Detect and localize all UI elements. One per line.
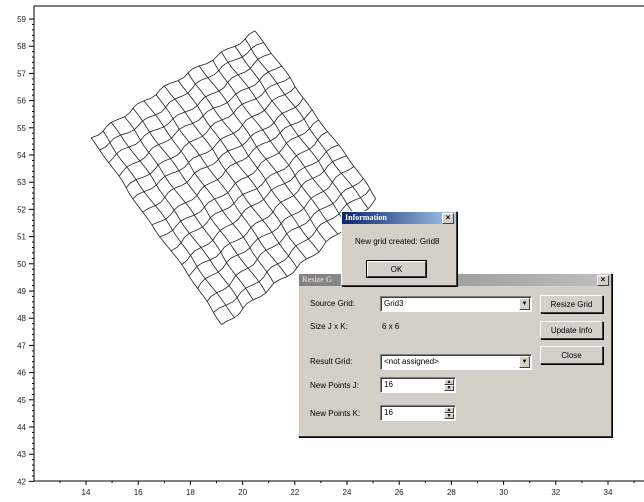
new-points-k-label: New Points K: xyxy=(310,409,361,418)
new-points-j-label: New Points J: xyxy=(310,381,359,390)
size-label: Size J x K: xyxy=(310,322,348,331)
x-tick-label: 22 xyxy=(290,488,299,497)
x-tick-label: 24 xyxy=(343,488,352,497)
x-tick-label: 14 xyxy=(82,488,91,497)
y-tick-label: 49 xyxy=(17,287,26,296)
y-axis-tick-labels: 59 58 57 56 55 54 53 52 51 50 49 48 47 46 45 44 43 42 xyxy=(17,15,26,486)
x-tick-label: 16 xyxy=(134,488,143,497)
grid-line-j xyxy=(90,137,222,325)
source-grid-select[interactable]: Grid3 ▼ xyxy=(380,296,532,312)
information-titlebar[interactable]: Information × xyxy=(342,212,456,224)
new-points-j-stepper[interactable]: 16 ▲ ▼ xyxy=(380,377,456,393)
chevron-down-icon[interactable]: ▼ xyxy=(519,356,530,368)
chevron-down-icon[interactable]: ▼ xyxy=(519,298,530,310)
y-tick-label: 54 xyxy=(17,151,26,160)
y-tick-label: 43 xyxy=(17,450,26,459)
grid-line-k xyxy=(99,42,264,151)
y-tick-label: 45 xyxy=(17,396,26,405)
y-tick-label: 59 xyxy=(17,15,26,24)
grid-line-j xyxy=(124,116,254,301)
y-tick-label: 58 xyxy=(17,42,26,51)
x-tick-label: 20 xyxy=(238,488,247,497)
y-tick-label: 52 xyxy=(17,205,26,214)
y-tick-label: 56 xyxy=(17,97,26,106)
y-tick-label: 57 xyxy=(17,69,26,78)
ok-button[interactable]: OK xyxy=(366,260,427,278)
grid-line-k xyxy=(118,65,282,177)
grid-line-j xyxy=(254,30,376,199)
y-tick-label: 55 xyxy=(17,124,26,133)
result-grid-value: <not assigned> xyxy=(384,357,439,366)
grid-line-j xyxy=(177,80,307,260)
source-grid-label: Source Grid: xyxy=(310,299,355,308)
new-points-k-stepper[interactable]: 16 ▲ ▼ xyxy=(380,405,456,421)
grid-line-j xyxy=(221,51,348,226)
x-tick-label: 32 xyxy=(551,488,560,497)
new-points-k-value: 16 xyxy=(384,408,393,417)
grid-line-j xyxy=(198,65,327,242)
close-button[interactable]: Close xyxy=(540,346,603,364)
y-tick-label: 42 xyxy=(17,477,26,486)
information-message: New grid created: Grid8 xyxy=(355,237,440,246)
resize-grid-button[interactable]: Resize Grid xyxy=(540,295,603,313)
grid-line-j xyxy=(244,38,369,209)
grid-line-k xyxy=(142,97,304,213)
grid-line-k xyxy=(151,109,313,226)
resize-grid-title: Resize G xyxy=(302,275,332,284)
x-tick-label: 26 xyxy=(395,488,404,497)
grid-line-k xyxy=(125,77,291,188)
size-value: 6 x 6 xyxy=(382,322,400,331)
resize-grid-dialog: Resize G × Source Grid: Grid3 ▼ Size J x… xyxy=(298,273,612,437)
new-points-j-value: 16 xyxy=(384,380,393,389)
close-icon[interactable]: × xyxy=(597,275,609,286)
grid-line-j xyxy=(143,100,275,284)
update-info-button[interactable]: Update Info xyxy=(540,321,603,339)
y-tick-label: 50 xyxy=(17,260,26,269)
x-axis-tick-labels: 14 16 18 20 22 24 26 28 30 32 34 xyxy=(82,488,613,497)
result-grid-select[interactable]: <not assigned> ▼ xyxy=(380,354,532,370)
close-icon[interactable]: × xyxy=(442,213,454,224)
grid-line-j xyxy=(163,85,298,269)
information-title: Information xyxy=(345,213,387,222)
x-tick-label: 34 xyxy=(604,488,613,497)
y-tick-label: 44 xyxy=(17,423,26,432)
grid-line-k xyxy=(197,166,355,289)
y-tick-label: 48 xyxy=(17,314,26,323)
x-tick-label: 18 xyxy=(186,488,195,497)
source-grid-value: Grid3 xyxy=(384,299,404,308)
y-tick-label: 51 xyxy=(17,233,26,242)
x-tick-label: 30 xyxy=(499,488,508,497)
grid-line-j xyxy=(132,107,267,294)
y-tick-label: 53 xyxy=(17,178,26,187)
y-tick-label: 46 xyxy=(17,369,26,378)
grid-line-j xyxy=(110,122,244,309)
x-tick-label: 28 xyxy=(447,488,456,497)
result-grid-label: Result Grid: xyxy=(310,357,353,366)
information-dialog: Information × New grid created: Grid8 OK xyxy=(341,211,457,286)
y-tick-label: 47 xyxy=(17,341,26,350)
grid-line-k xyxy=(91,30,256,139)
stepper-down-icon[interactable]: ▼ xyxy=(444,385,454,391)
stepper-down-icon[interactable]: ▼ xyxy=(444,413,454,419)
